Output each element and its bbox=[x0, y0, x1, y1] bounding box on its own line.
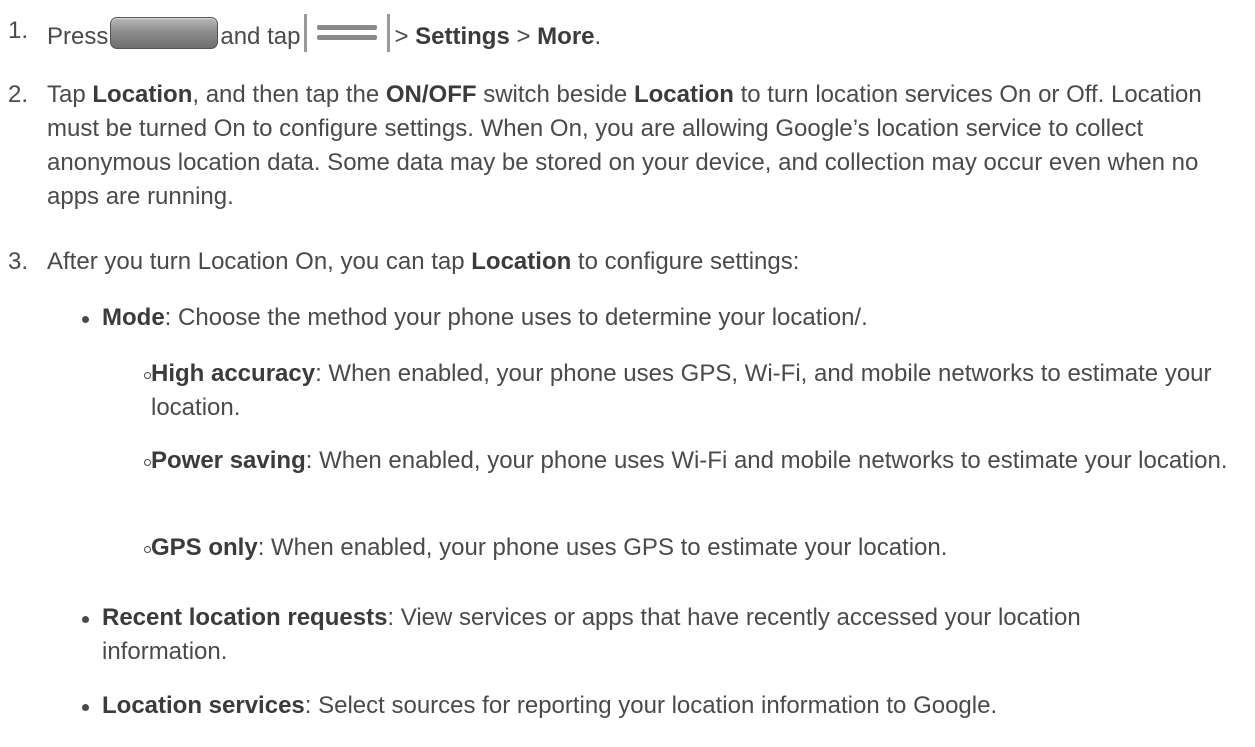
circle-bullet-icon bbox=[144, 372, 151, 379]
bullet-icon bbox=[82, 704, 89, 711]
list-item-recent-requests: Recent location requests: View services … bbox=[80, 601, 1255, 671]
circle-bullet-icon bbox=[144, 459, 151, 466]
step-text: After you turn Location On, you can tap … bbox=[47, 248, 800, 275]
step-2: 2. Tap Location, and then tap the ON/OFF… bbox=[8, 78, 1255, 218]
step-number: 2. bbox=[8, 81, 29, 108]
step-text: Press and tap > Settings > More. bbox=[47, 14, 1255, 54]
step-text: Tap Location, and then tap the ON/OFF sw… bbox=[47, 81, 1202, 210]
list-item-power-saving: Power saving: When enabled, your phone u… bbox=[140, 444, 1255, 514]
menu-button-icon bbox=[304, 14, 391, 52]
list-item-mode: Mode: Choose the method your phone uses … bbox=[80, 301, 1255, 335]
step-number: 3. bbox=[8, 248, 29, 275]
list-item-location-services: Location services: Select sources for re… bbox=[80, 689, 1255, 723]
instruction-page: 1. Press and tap > Settings > More. 2. Tap… bbox=[0, 0, 1255, 747]
circle-bullet-icon bbox=[144, 546, 151, 553]
bullet-icon bbox=[82, 616, 89, 623]
home-button-icon bbox=[110, 17, 219, 49]
bullet-icon bbox=[82, 316, 89, 323]
list-item-gps-only: GPS only: When enabled, your phone uses … bbox=[140, 531, 1255, 565]
step-number: 1. bbox=[8, 17, 29, 44]
list-item-high-accuracy: High accuracy: When enabled, your phone … bbox=[140, 357, 1255, 427]
step-3: 3. After you turn Location On, you can t… bbox=[8, 245, 1255, 279]
step-1: 1. Press and tap > Settings > More. bbox=[8, 14, 1255, 54]
